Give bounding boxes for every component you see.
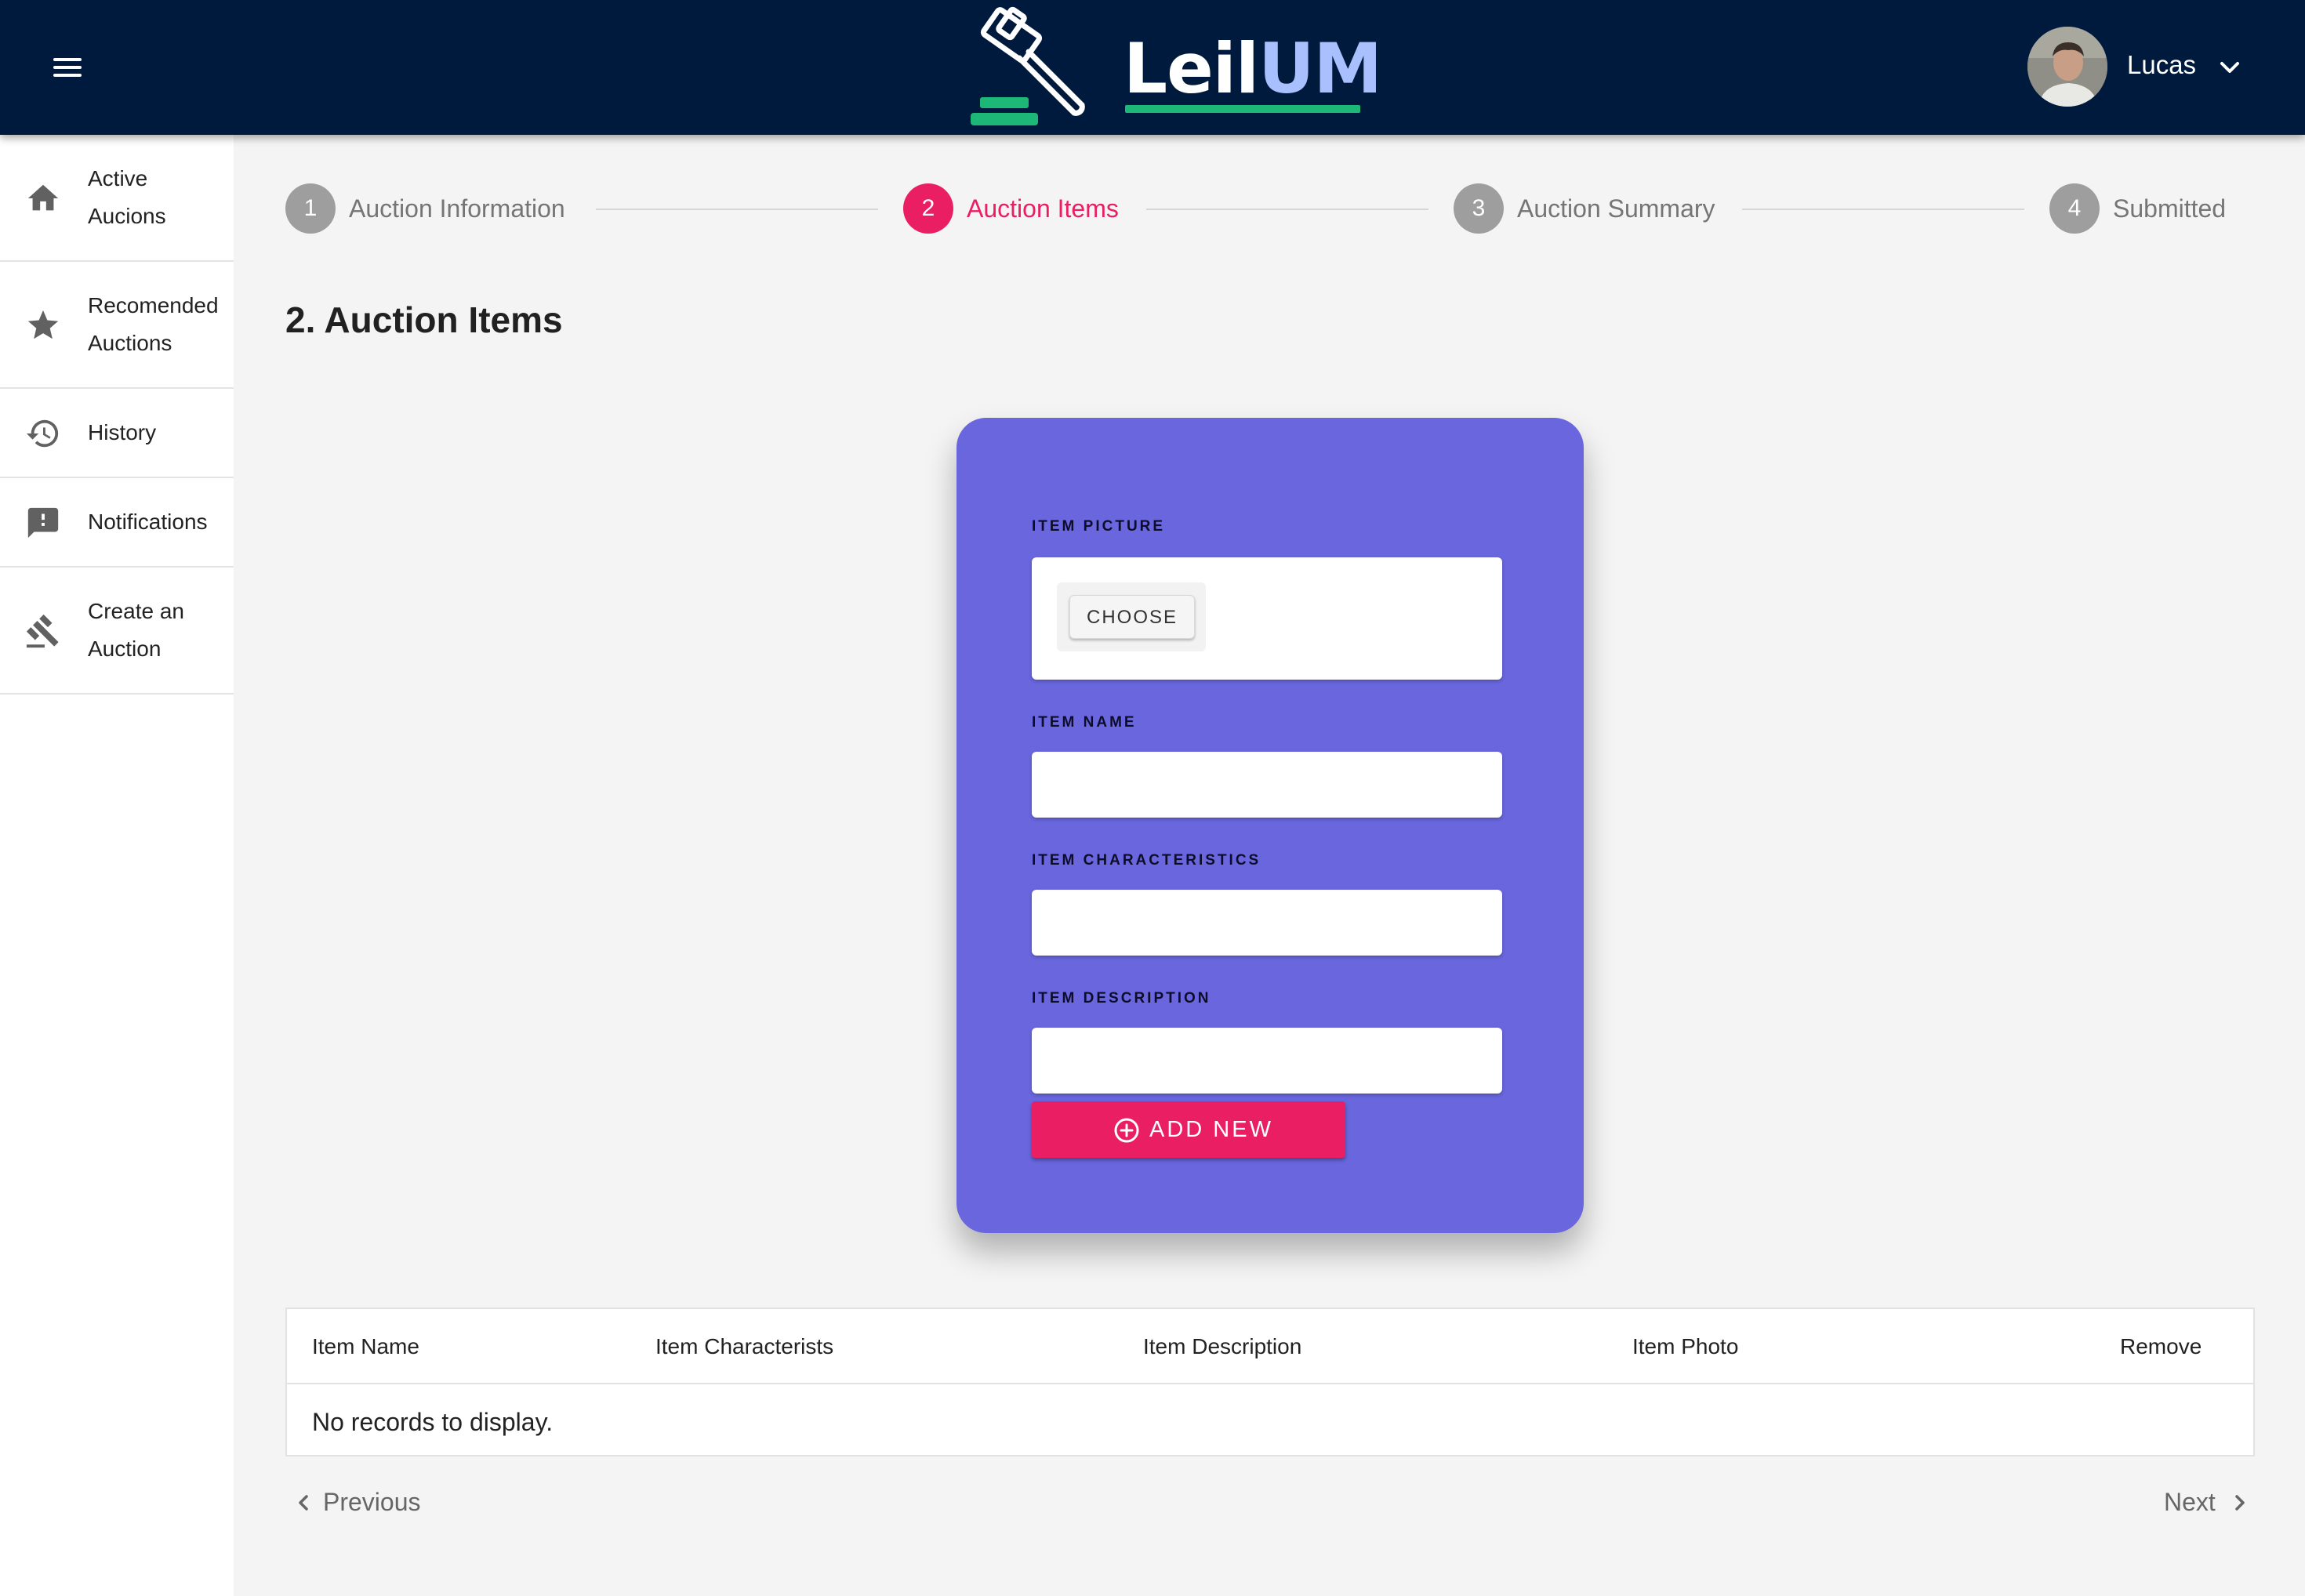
avatar — [2027, 27, 2107, 107]
hamburger-menu-icon[interactable] — [53, 56, 88, 80]
previous-label: Previous — [323, 1488, 421, 1516]
add-item-card: ITEM PICTURE CHOOSE ITEM NAME ITEM CHARA… — [956, 418, 1584, 1233]
item-picture-label: ITEM PICTURE — [1032, 518, 1166, 535]
step-connector — [596, 209, 878, 210]
page-title: 2. Auction Items — [285, 299, 563, 340]
choose-file-button[interactable]: CHOOSE — [1069, 595, 1195, 639]
add-circle-icon — [1114, 1118, 1139, 1143]
item-picture-field: CHOOSE — [1032, 557, 1502, 680]
sidebar-item-create-auction[interactable]: Create an Auction — [0, 568, 234, 695]
user-name: Lucas — [2127, 50, 2197, 79]
column-header-remove[interactable]: Remove — [2120, 1333, 2202, 1361]
step-number: 1 — [285, 183, 336, 234]
item-name-label: ITEM NAME — [1032, 714, 1137, 731]
chevron-down-icon[interactable] — [2216, 53, 2244, 82]
item-description-input[interactable] — [1032, 1028, 1502, 1094]
logo-wordmark: LeilUM — [1123, 28, 1382, 109]
top-app-bar: LeilUM Lucas — [0, 0, 2305, 135]
step-label: Submitted — [2113, 194, 2227, 223]
step-label: Auction Items — [967, 194, 1119, 223]
home-icon — [27, 184, 59, 211]
sidebar-item-notifications[interactable]: Notifications — [0, 478, 234, 568]
previous-button[interactable]: Previous — [292, 1483, 448, 1522]
logo-text-um: UM — [1258, 28, 1382, 109]
step-label: Auction Information — [349, 194, 565, 223]
sidebar-item-label: Recomended Auctions — [88, 293, 219, 355]
sidebar-item-recommended-auctions[interactable]: Recomended Auctions — [0, 262, 234, 389]
sidebar-item-label: History — [88, 420, 157, 444]
step-connector — [1742, 209, 2024, 210]
step-label: Auction Summary — [1517, 194, 1715, 223]
feedback-icon — [27, 507, 59, 539]
step-number: 3 — [1454, 183, 1504, 234]
sidebar-item-label: Create an Auction — [88, 599, 184, 661]
next-button[interactable]: Next — [2159, 1483, 2261, 1522]
sidebar-item-label: Notifications — [88, 510, 208, 534]
app-logo[interactable]: LeilUM — [963, 0, 1382, 135]
history-icon — [26, 419, 59, 448]
add-new-button[interactable]: ADD NEW — [1032, 1101, 1345, 1158]
step-number: 2 — [903, 183, 953, 234]
logo-underline — [1125, 105, 1360, 113]
step-auction-information[interactable]: 1 Auction Information — [285, 183, 599, 234]
user-menu[interactable]: Lucas — [2027, 27, 2286, 108]
column-header-item-photo[interactable]: Item Photo — [1632, 1333, 1738, 1361]
item-characteristics-input[interactable] — [1032, 890, 1502, 956]
star-icon — [27, 310, 59, 339]
item-characteristics-label: ITEM CHARACTERISTICS — [1032, 852, 1261, 869]
step-number: 4 — [2049, 183, 2100, 234]
step-submitted[interactable]: 4 Submitted — [2049, 183, 2285, 234]
add-new-label: ADD NEW — [1149, 1117, 1273, 1142]
next-label: Next — [2164, 1488, 2216, 1516]
file-picker: CHOOSE — [1057, 582, 1206, 651]
step-connector — [1146, 209, 1428, 210]
logo-text-leil: Leil — [1123, 28, 1259, 109]
chevron-left-icon — [299, 1495, 308, 1511]
items-table: Item Name Item Characterists Item Descri… — [285, 1308, 2255, 1456]
sidebar-nav: Active Aucions Recomended Auctions Histo… — [0, 135, 234, 1596]
sidebar-item-label: Active Aucions — [88, 166, 166, 228]
item-name-input[interactable] — [1032, 752, 1502, 818]
step-auction-summary[interactable]: 3 Auction Summary — [1454, 183, 1751, 234]
step-auction-items[interactable]: 2 Auction Items — [903, 183, 1154, 234]
chevron-right-icon — [2235, 1495, 2245, 1511]
column-header-item-description[interactable]: Item Description — [1143, 1333, 1301, 1361]
column-header-item-name[interactable]: Item Name — [312, 1333, 419, 1361]
table-header: Item Name Item Characterists Item Descri… — [287, 1309, 2253, 1384]
item-description-label: ITEM DESCRIPTION — [1032, 990, 1211, 1007]
gavel-icon — [26, 614, 59, 648]
gavel-logo-icon — [971, 6, 1085, 125]
column-header-item-characteristics[interactable]: Item Characterists — [655, 1333, 833, 1361]
sidebar-item-active-auctions[interactable]: Active Aucions — [0, 135, 234, 262]
empty-table-message: No records to display. — [312, 1408, 554, 1436]
sidebar-item-history[interactable]: History — [0, 389, 234, 478]
